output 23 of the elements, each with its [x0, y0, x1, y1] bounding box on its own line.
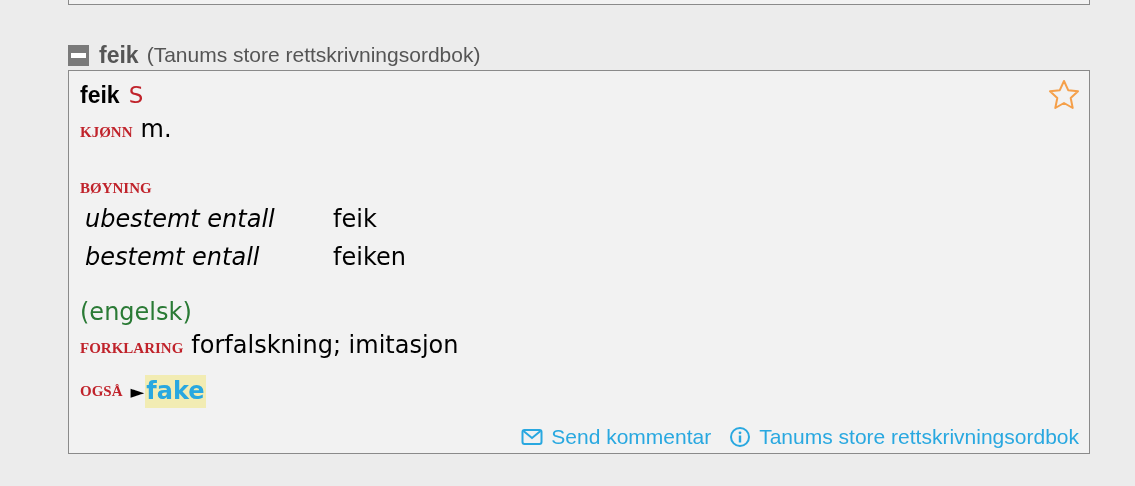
field-label: FORKLARING [80, 340, 184, 357]
cross-reference-link[interactable]: fake [145, 374, 206, 408]
form-name: bestemt entall [85, 243, 261, 271]
lemma: feik [80, 81, 120, 109]
pointer-icon: ► [130, 380, 145, 402]
form-name: ubestemt entall [85, 205, 276, 233]
collapse-icon[interactable] [68, 44, 89, 66]
mail-icon [521, 426, 544, 448]
origin-note: (engelsk) [80, 297, 193, 328]
lemma-mark: S [128, 82, 144, 108]
star-icon[interactable] [1048, 79, 1080, 111]
entry-headword: feik [99, 41, 139, 69]
info-icon [729, 426, 752, 448]
field-label: OGSÅ [80, 382, 123, 400]
definition-text: forfalskning; imitasjon [191, 331, 459, 359]
form-value: feiken [333, 243, 407, 271]
entry-source: (Tanums store rettskrivningsordbok) [146, 43, 481, 67]
footer-link[interactable]: Tanums store rettskrivningsordbok [759, 425, 1079, 449]
section-label: BØYNING [80, 179, 153, 197]
footer-link[interactable]: Send kommentar [551, 425, 712, 449]
field-label: KJØNN [80, 124, 133, 141]
form-value: feik [333, 205, 378, 233]
gender-value: m. [140, 115, 172, 143]
